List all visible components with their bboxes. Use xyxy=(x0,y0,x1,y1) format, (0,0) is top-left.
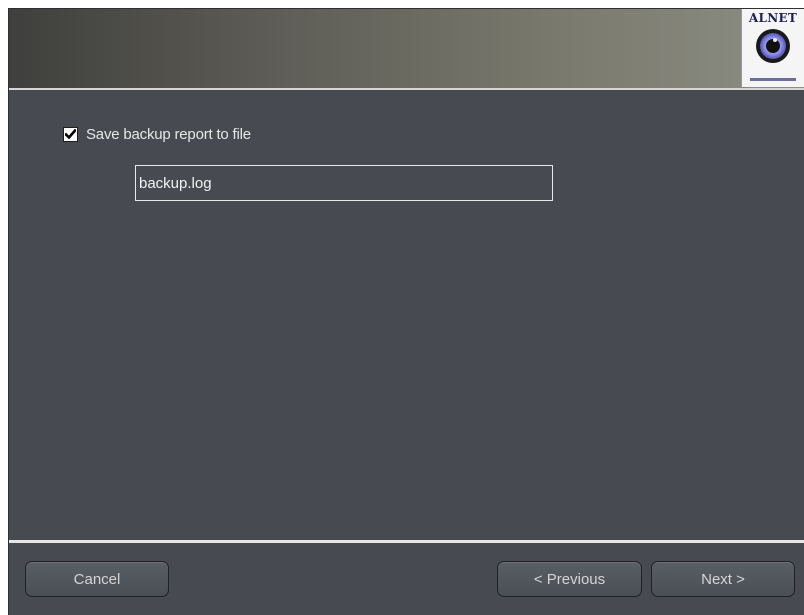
save-report-option[interactable]: Save backup report to file xyxy=(63,124,251,144)
alnet-logo: ALNET xyxy=(741,9,804,87)
next-button[interactable]: Next > xyxy=(651,561,795,597)
header-banner: ALNET xyxy=(9,9,804,90)
footer-divider xyxy=(9,540,804,543)
eye-icon xyxy=(756,29,790,63)
save-report-label: Save backup report to file xyxy=(86,125,251,143)
cancel-button[interactable]: Cancel xyxy=(25,561,169,597)
previous-button[interactable]: < Previous xyxy=(497,561,642,597)
save-report-checkbox[interactable] xyxy=(63,126,78,142)
logo-underline xyxy=(750,78,796,81)
checkmark-icon xyxy=(65,128,76,139)
backup-wizard-window: ALNET Save backup report to file Cancel … xyxy=(8,8,804,615)
report-filename-input[interactable] xyxy=(135,165,553,201)
logo-text: ALNET xyxy=(748,11,798,25)
